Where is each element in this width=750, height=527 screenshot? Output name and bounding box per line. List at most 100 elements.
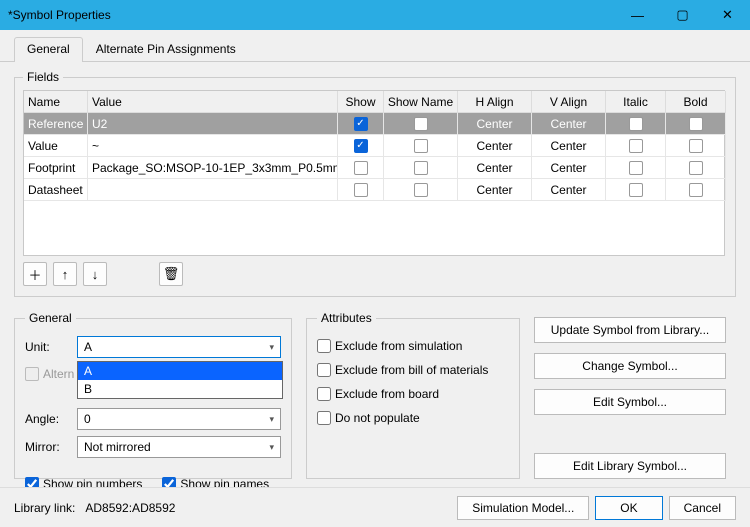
checkbox[interactable]: [629, 161, 643, 175]
exclude-board-checkbox[interactable]: [317, 387, 331, 401]
cell-show-name[interactable]: [384, 179, 458, 201]
cell-name[interactable]: Footprint: [24, 157, 88, 179]
simulation-model-button[interactable]: Simulation Model...: [457, 496, 589, 520]
cell-italic[interactable]: [606, 157, 666, 179]
unit-option-a[interactable]: A: [78, 362, 282, 380]
minimize-button[interactable]: —: [615, 0, 660, 30]
cell-v-align[interactable]: Center: [532, 113, 606, 135]
add-field-button[interactable]: ＋: [23, 262, 47, 286]
checkbox[interactable]: ✓: [354, 139, 368, 153]
cell-name[interactable]: Value: [24, 135, 88, 157]
checkbox[interactable]: [414, 117, 428, 131]
exclude-board-row[interactable]: Exclude from board: [317, 383, 509, 405]
unit-combo[interactable]: A ▾: [77, 336, 281, 358]
tab-alternate-label: Alternate Pin Assignments: [96, 42, 236, 56]
maximize-button[interactable]: ▢: [660, 0, 705, 30]
table-row[interactable]: ReferenceU2 ✓ CenterCenter: [24, 113, 724, 135]
cell-v-align[interactable]: Center: [532, 179, 606, 201]
cell-bold[interactable]: [666, 113, 726, 135]
unit-dropdown[interactable]: A B: [77, 361, 283, 399]
checkbox[interactable]: [689, 161, 703, 175]
col-italic[interactable]: Italic: [606, 91, 666, 113]
cell-show-name[interactable]: [384, 135, 458, 157]
checkbox[interactable]: [629, 139, 643, 153]
cell-h-align[interactable]: Center: [458, 157, 532, 179]
exclude-bom-checkbox[interactable]: [317, 363, 331, 377]
unit-option-b[interactable]: B: [78, 380, 282, 398]
checkbox[interactable]: [629, 183, 643, 197]
close-button[interactable]: ✕: [705, 0, 750, 30]
col-name[interactable]: Name: [24, 91, 88, 113]
edit-symbol-button[interactable]: Edit Symbol...: [534, 389, 726, 415]
exclude-sim-checkbox[interactable]: [317, 339, 331, 353]
titlebar: *Symbol Properties — ▢ ✕: [0, 0, 750, 30]
cell-v-align[interactable]: Center: [532, 157, 606, 179]
dnp-row[interactable]: Do not populate: [317, 407, 509, 429]
cell-value[interactable]: Package_SO:MSOP-10-1EP_3x3mm_P0.5mm_E: [88, 157, 338, 179]
tab-alternate[interactable]: Alternate Pin Assignments: [83, 37, 249, 62]
tab-general[interactable]: General: [14, 37, 83, 62]
checkbox[interactable]: [689, 139, 703, 153]
cell-name[interactable]: Reference: [24, 113, 88, 135]
cell-value[interactable]: ~: [88, 135, 338, 157]
move-down-button[interactable]: ↓: [83, 262, 107, 286]
mirror-combo[interactable]: Not mirrored ▾: [77, 436, 281, 458]
table-row[interactable]: FootprintPackage_SO:MSOP-10-1EP_3x3mm_P0…: [24, 157, 724, 179]
move-up-button[interactable]: ↑: [53, 262, 77, 286]
col-show-name[interactable]: Show Name: [384, 91, 458, 113]
cell-show[interactable]: ✓: [338, 113, 384, 135]
cell-show[interactable]: [338, 157, 384, 179]
cell-value[interactable]: U2: [88, 113, 338, 135]
fields-grid[interactable]: Name Value Show Show Name H Align V Alig…: [23, 90, 725, 256]
library-link-value[interactable]: AD8592:AD8592: [85, 501, 451, 515]
cell-bold[interactable]: [666, 135, 726, 157]
general-legend: General: [25, 311, 76, 325]
tabs: General Alternate Pin Assignments: [0, 36, 750, 62]
col-v-align[interactable]: V Align: [532, 91, 606, 113]
cell-value[interactable]: [88, 179, 338, 201]
col-h-align[interactable]: H Align: [458, 91, 532, 113]
cell-bold[interactable]: [666, 179, 726, 201]
delete-field-button[interactable]: 🗑: [159, 262, 183, 286]
checkbox[interactable]: [414, 139, 428, 153]
exclude-sim-row[interactable]: Exclude from simulation: [317, 335, 509, 357]
change-symbol-button[interactable]: Change Symbol...: [534, 353, 726, 379]
exclude-bom-row[interactable]: Exclude from bill of materials: [317, 359, 509, 381]
cell-h-align[interactable]: Center: [458, 135, 532, 157]
col-show[interactable]: Show: [338, 91, 384, 113]
checkbox[interactable]: [689, 117, 703, 131]
table-row[interactable]: Datasheet CenterCenter: [24, 179, 724, 201]
checkbox[interactable]: [414, 161, 428, 175]
cell-show-name[interactable]: [384, 113, 458, 135]
ok-button[interactable]: OK: [595, 496, 662, 520]
grid-header: Name Value Show Show Name H Align V Alig…: [24, 91, 724, 113]
col-bold[interactable]: Bold: [666, 91, 726, 113]
cell-bold[interactable]: [666, 157, 726, 179]
checkbox[interactable]: ✓: [354, 117, 368, 131]
update-symbol-button[interactable]: Update Symbol from Library...: [534, 317, 726, 343]
cell-italic[interactable]: [606, 179, 666, 201]
checkbox[interactable]: [354, 161, 368, 175]
fields-group: Fields Name Value Show Show Name H Align…: [14, 70, 736, 297]
cell-show[interactable]: [338, 179, 384, 201]
checkbox[interactable]: [689, 183, 703, 197]
cancel-button[interactable]: Cancel: [669, 496, 736, 520]
cell-show-name[interactable]: [384, 157, 458, 179]
mirror-label: Mirror:: [25, 440, 77, 454]
checkbox[interactable]: [414, 183, 428, 197]
angle-combo[interactable]: 0 ▾: [77, 408, 281, 430]
cell-italic[interactable]: [606, 113, 666, 135]
cell-show[interactable]: ✓: [338, 135, 384, 157]
edit-library-symbol-button[interactable]: Edit Library Symbol...: [534, 453, 726, 479]
chevron-down-icon: ▾: [269, 414, 274, 425]
checkbox[interactable]: [354, 183, 368, 197]
cell-name[interactable]: Datasheet: [24, 179, 88, 201]
cell-italic[interactable]: [606, 135, 666, 157]
cell-v-align[interactable]: Center: [532, 135, 606, 157]
col-value[interactable]: Value: [88, 91, 338, 113]
dnp-checkbox[interactable]: [317, 411, 331, 425]
cell-h-align[interactable]: Center: [458, 113, 532, 135]
cell-h-align[interactable]: Center: [458, 179, 532, 201]
table-row[interactable]: Value~ ✓ CenterCenter: [24, 135, 724, 157]
checkbox[interactable]: [629, 117, 643, 131]
